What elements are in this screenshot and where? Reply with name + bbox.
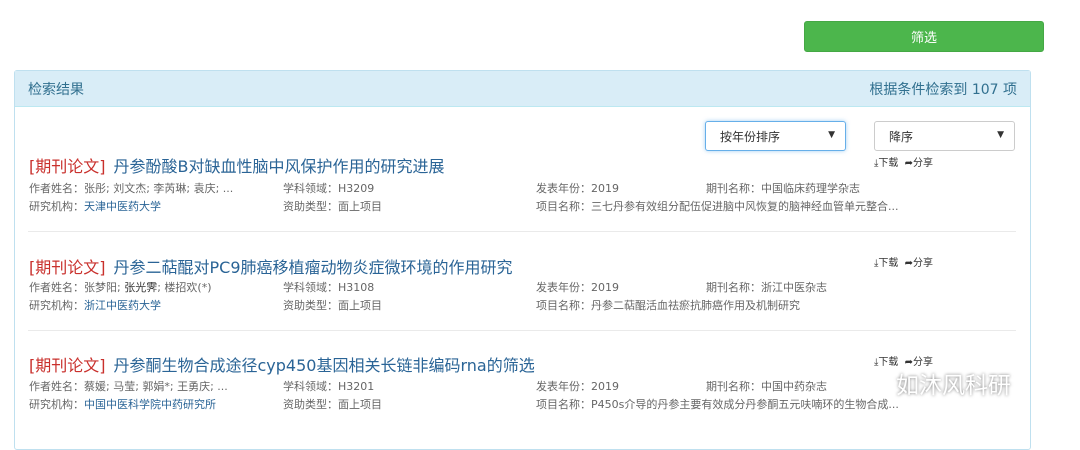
year-field: 发表年份：2019 [536, 281, 619, 294]
journal-field: 期刊名称：浙江中医杂志 [706, 281, 827, 294]
institution-link[interactable]: 中国中医科学院中药研究所 [84, 398, 216, 411]
authors-field: 作者姓名：张梦阳; 张光霁; 楼招欢(*) [29, 281, 212, 294]
wechat-icon [857, 370, 889, 395]
funding-field: 资助类型：面上项目 [283, 398, 382, 411]
chevron-down-icon: ▼ [828, 130, 835, 140]
subject-field: 学科领域：H3201 [283, 380, 375, 393]
institution-link[interactable]: 天津中医药大学 [84, 200, 161, 213]
year-field: 发表年份：2019 [536, 182, 619, 195]
result-item: [期刊论文] 丹参二萜醌对PC9肺癌移植瘤动物炎症微环境的作用研究 [29, 254, 1015, 278]
result-title-text[interactable]: 丹参二萜醌对PC9肺癌移植瘤动物炎症微环境的作用研究 [114, 258, 513, 277]
project-field: 项目名称：丹参二萜醌活血祛瘀抗肺癌作用及机制研究 [536, 299, 800, 312]
journal-field: 期刊名称：中国中药杂志 [706, 380, 827, 393]
result-count: 根据条件检索到 107 项 [869, 81, 1017, 98]
institution-field: 研究机构：中国中医科学院中药研究所 [29, 398, 216, 411]
watermark-text: 如沐风科研 [896, 373, 1011, 399]
sort-field-select[interactable]: 按年份排序 ▼ [705, 121, 846, 151]
result-type-tag: [期刊论文] [29, 356, 106, 375]
project-field: 项目名称：三七丹参有效组分配伍促进脑中风恢复的脑神经血管单元整合... [536, 200, 899, 213]
sort-field-value: 按年份排序 [720, 129, 781, 144]
share-link[interactable]: ➦分享 [905, 258, 933, 269]
watermark: 如沐风科研 [856, 366, 1011, 400]
download-link[interactable]: ⤓下载 [874, 258, 898, 269]
result-type-tag: [期刊论文] [29, 258, 106, 277]
result-title[interactable]: [期刊论文] 丹参酚酸B对缺血性脑中风保护作用的研究进展 [29, 153, 1015, 177]
result-title-text[interactable]: 丹参酚酸B对缺血性脑中风保护作用的研究进展 [114, 157, 445, 176]
chevron-down-icon: ▼ [997, 130, 1004, 140]
share-icon: ➦ [904, 258, 913, 269]
result-title[interactable]: [期刊论文] 丹参二萜醌对PC9肺癌移植瘤动物炎症微环境的作用研究 [29, 254, 1015, 278]
result-actions: ⤓下载 ➦分享 [874, 254, 933, 269]
year-field: 发表年份：2019 [536, 380, 619, 393]
divider [28, 330, 1016, 331]
subject-field: 学科领域：H3108 [283, 281, 375, 294]
filter-button[interactable]: 筛选 [804, 21, 1044, 52]
divider [28, 231, 1016, 232]
sort-order-select[interactable]: 降序 ▼ [874, 121, 1015, 151]
result-type-tag: [期刊论文] [29, 157, 106, 176]
project-field: 项目名称：P450s介导的丹参主要有效成分丹参酮五元呋喃环的生物合成... [536, 398, 899, 411]
authors-field: 作者姓名：蔡媛; 马莹; 郭娟*; 王勇庆; ... [29, 380, 228, 393]
result-item: [期刊论文] 丹参酚酸B对缺血性脑中风保护作用的研究进展 [29, 153, 1015, 177]
result-title-text[interactable]: 丹参酮生物合成途径cyp450基因相关长链非编码rna的筛选 [114, 356, 535, 375]
panel-header: 检索结果 根据条件检索到 107 项 [15, 71, 1030, 107]
authors-field: 作者姓名：张彤; 刘文杰; 李芮琳; 袁庆; ... [29, 182, 234, 195]
share-link[interactable]: ➦分享 [905, 158, 933, 169]
funding-field: 资助类型：面上项目 [283, 299, 382, 312]
funding-field: 资助类型：面上项目 [283, 200, 382, 213]
subject-field: 学科领域：H3209 [283, 182, 375, 195]
institution-link[interactable]: 浙江中医药大学 [84, 299, 161, 312]
institution-field: 研究机构：浙江中医药大学 [29, 299, 161, 312]
sort-order-value: 降序 [889, 129, 914, 144]
share-icon: ➦ [904, 158, 913, 169]
result-actions: ⤓下载 ➦分享 [874, 154, 933, 169]
download-link[interactable]: ⤓下载 [874, 158, 898, 169]
journal-field: 期刊名称：中国临床药理学杂志 [706, 182, 860, 195]
panel-title: 检索结果 [28, 81, 84, 98]
institution-field: 研究机构：天津中医药大学 [29, 200, 161, 213]
